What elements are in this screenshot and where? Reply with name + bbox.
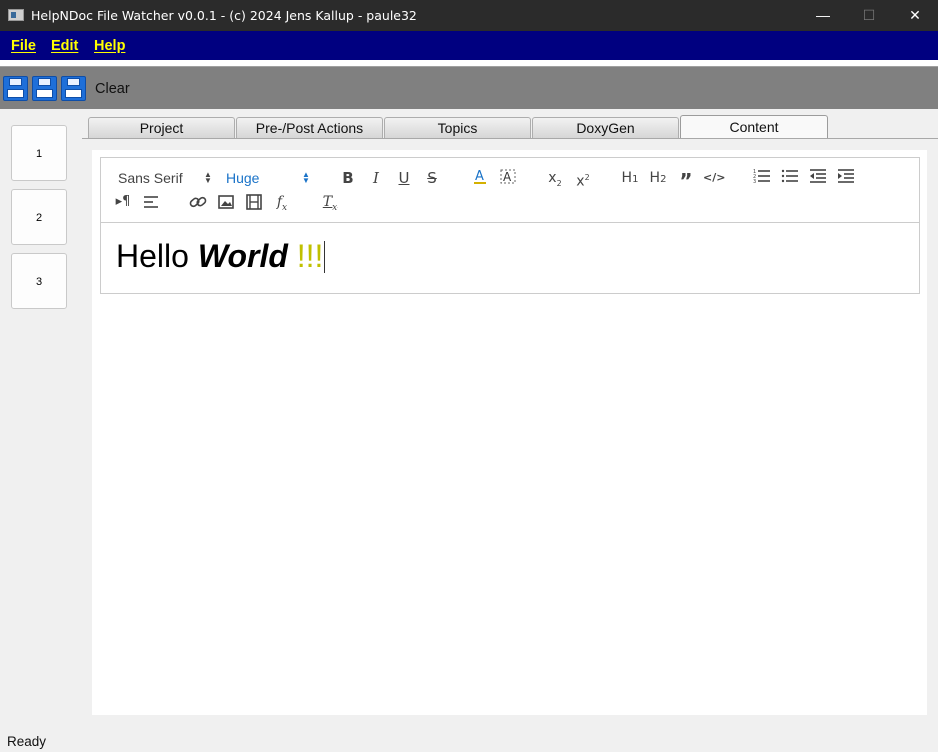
menu-bar: File Edit Help	[0, 31, 938, 60]
link-icon[interactable]	[187, 192, 209, 212]
bold-icon[interactable]: B	[337, 168, 359, 188]
side-button-3[interactable]: 3	[11, 253, 67, 309]
indent-icon[interactable]	[835, 166, 857, 186]
tab-pre-post-actions[interactable]: Pre-/Post Actions	[236, 117, 383, 138]
svg-text:A: A	[503, 170, 512, 184]
tab-doxygen[interactable]: DoxyGen	[532, 117, 679, 138]
save-icon[interactable]	[3, 76, 28, 101]
text-caret	[324, 241, 326, 273]
heading1-icon[interactable]: H1	[619, 168, 641, 188]
tab-topics[interactable]: Topics	[384, 117, 531, 138]
tab-baseline	[82, 138, 938, 139]
heading2-icon[interactable]: H2	[647, 168, 669, 188]
svg-text:3: 3	[753, 179, 756, 184]
font-family-select[interactable]: Sans Serif ▲ ▼	[118, 170, 218, 186]
clean-format-icon[interactable]: Tx	[319, 192, 341, 213]
status-text: Ready	[7, 734, 47, 749]
formula-icon[interactable]: fx	[271, 192, 293, 213]
close-button[interactable]: ✕	[892, 0, 938, 31]
select-arrows-icon: ▲ ▼	[204, 170, 212, 185]
minimize-button[interactable]: —	[800, 0, 846, 31]
image-icon[interactable]	[215, 192, 237, 212]
svg-text:A: A	[475, 169, 484, 184]
tab-content[interactable]: Content	[680, 115, 828, 139]
clear-button[interactable]: Clear	[95, 81, 130, 97]
font-family-value: Sans Serif	[118, 170, 183, 186]
blockquote-icon[interactable]: ”	[675, 168, 697, 193]
ordered-list-icon[interactable]: 123	[751, 166, 773, 186]
side-button-1[interactable]: 1	[11, 125, 67, 181]
editor-toolbar: Sans Serif ▲ ▼ Huge ▲ ▼ B I U S A A x2 x2 …	[100, 157, 920, 223]
select-arrows-icon: ▲ ▼	[302, 170, 310, 185]
menu-help[interactable]: Help	[94, 38, 125, 54]
align-icon[interactable]	[140, 192, 162, 212]
background-color-icon[interactable]: A	[497, 166, 519, 186]
code-block-icon[interactable]: </>	[703, 168, 725, 188]
underline-icon[interactable]: U	[393, 168, 415, 188]
main-toolbar: Clear	[0, 66, 938, 109]
save-as-icon[interactable]	[32, 76, 57, 101]
tab-project[interactable]: Project	[88, 117, 235, 138]
side-button-2[interactable]: 2	[11, 189, 67, 245]
outdent-icon[interactable]	[807, 166, 829, 186]
title-bar: HelpNDoc File Watcher v0.0.1 - (c) 2024 …	[0, 0, 938, 31]
font-size-select[interactable]: Huge ▲ ▼	[226, 170, 326, 186]
subscript-icon[interactable]: x2	[544, 168, 566, 188]
text-direction-icon[interactable]: ▸¶	[112, 192, 134, 212]
strike-icon[interactable]: S	[421, 168, 443, 188]
italic-icon[interactable]: I	[365, 168, 387, 188]
maximize-button[interactable]: ☐	[846, 0, 892, 31]
editor-content[interactable]: Hello World !!!	[116, 238, 326, 275]
text-hello: Hello	[116, 238, 198, 274]
text-color-icon[interactable]: A	[469, 166, 491, 186]
save-all-icon[interactable]	[61, 76, 86, 101]
text-world: World	[197, 238, 288, 274]
window-title: HelpNDoc File Watcher v0.0.1 - (c) 2024 …	[31, 8, 417, 23]
bullet-list-icon[interactable]	[779, 166, 801, 186]
font-size-value: Huge	[226, 170, 260, 186]
text-bang: !!!	[287, 238, 324, 274]
menu-file[interactable]: File	[11, 38, 36, 54]
menu-edit[interactable]: Edit	[51, 38, 78, 54]
superscript-icon[interactable]: x2	[572, 168, 594, 190]
video-icon[interactable]	[243, 192, 265, 212]
app-icon	[8, 9, 24, 21]
